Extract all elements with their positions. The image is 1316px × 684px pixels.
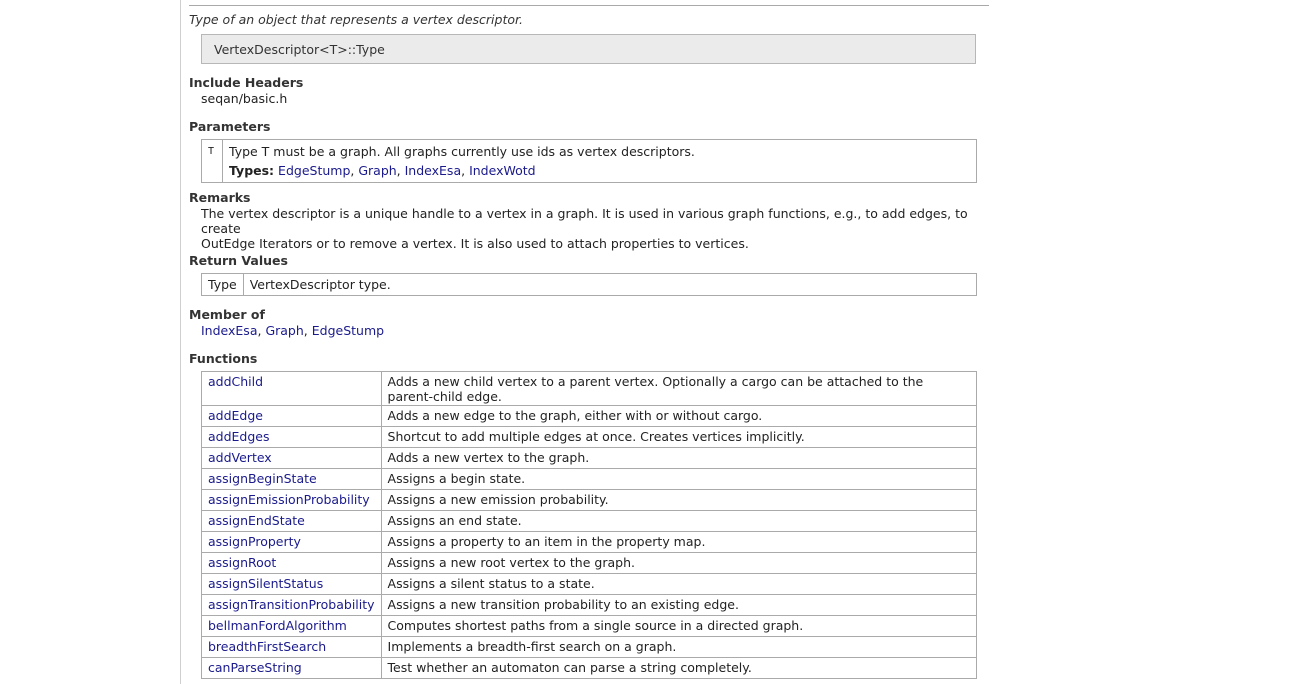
table-row: assignRoot Assigns a new root vertex to … [201,552,978,574]
left-border [180,0,181,684]
functions-section: Functions addChild Adds a new child vert… [189,351,978,679]
include-header-value: seqan/basic.h [201,91,288,106]
return-values-heading: Return Values [189,253,288,268]
function-link[interactable]: addEdge [208,408,263,423]
table-row: assignSilentStatus Assigns a silent stat… [201,573,978,595]
function-description: Test whether an automaton can parse a st… [380,657,978,679]
functions-table: addChild Adds a new child vertex to a pa… [201,371,978,679]
function-link[interactable]: assignSilentStatus [208,576,323,591]
doc-content: Type of an object that represents a vert… [189,0,989,679]
function-cell: addVertex [201,447,382,469]
function-cell: assignSilentStatus [201,573,382,595]
function-cell: canParseString [201,657,382,679]
function-cell: assignTransitionProbability [201,594,382,616]
include-headers-heading: Include Headers [189,75,304,90]
function-cell: assignRoot [201,552,382,574]
function-link[interactable]: assignBeginState [208,471,317,486]
function-description: Assigns a new transition probability to … [380,594,978,616]
function-description: Adds a new edge to the graph, either wit… [380,405,978,427]
function-link[interactable]: assignProperty [208,534,301,549]
function-description: Adds a new vertex to the graph. [380,447,978,469]
member-of-section: Member of IndexEsa, Graph, EdgeStump [189,307,384,338]
type-link-graph[interactable]: Graph [358,163,396,178]
function-description: Assigns a new root vertex to the graph. [380,552,978,574]
param-types: Types: EdgeStump, Graph, IndexEsa, Index… [229,163,536,178]
function-link[interactable]: assignRoot [208,555,276,570]
return-values-table: Type VertexDescriptor type. [201,273,977,296]
return-value: VertexDescriptor type. [249,277,391,292]
remarks-line-1: The vertex descriptor is a unique handle… [201,206,968,236]
function-description: Assigns a silent status to a state. [380,573,978,595]
function-description: Assigns an end state. [380,510,978,532]
member-link-edgestump[interactable]: EdgeStump [312,323,384,338]
function-link[interactable]: assignEndState [208,513,305,528]
remarks-line-2: OutEdge Iterators or to remove a vertex.… [201,236,749,251]
function-description: Assigns a property to an item in the pro… [380,531,978,553]
function-cell: addEdges [201,426,382,448]
return-values-section: Return Values Type VertexDescriptor type… [189,253,977,296]
member-link-indexesa[interactable]: IndexEsa [201,323,257,338]
member-of-heading: Member of [189,307,265,322]
function-cell: breadthFirstSearch [201,636,382,658]
function-description: Assigns a new emission probability. [380,489,978,511]
function-link[interactable]: assignTransitionProbability [208,597,375,612]
table-row: addVertex Adds a new vertex to the graph… [201,447,978,469]
function-link[interactable]: bellmanFordAlgorithm [208,618,347,633]
table-row: canParseString Test whether an automaton… [201,657,978,679]
type-link-indexwotd[interactable]: IndexWotd [469,163,536,178]
function-cell: assignEmissionProbability [201,489,382,511]
function-description: Implements a breadth-first search on a g… [380,636,978,658]
signature-box: VertexDescriptor<T>::Type [201,34,976,64]
function-link[interactable]: addVertex [208,450,272,465]
function-cell: assignBeginState [201,468,382,490]
param-description: Type T must be a graph. All graphs curre… [229,144,695,159]
function-cell: bellmanFordAlgorithm [201,615,382,637]
table-row: addEdge Adds a new edge to the graph, ei… [201,405,978,427]
member-of-links: IndexEsa, Graph, EdgeStump [201,323,385,338]
table-row: assignTransitionProbability Assigns a ne… [201,594,978,616]
type-link-edgestump[interactable]: EdgeStump [278,163,350,178]
function-description: Adds a new child vertex to a parent vert… [380,371,978,406]
remarks-heading: Remarks [189,190,251,205]
table-row: assignEmissionProbability Assigns a new … [201,489,978,511]
return-key: Type [201,273,244,296]
function-cell: assignEndState [201,510,382,532]
function-cell: addEdge [201,405,382,427]
table-row: bellmanFordAlgorithm Computes shortest p… [201,615,978,637]
summary-text: Type of an object that represents a vert… [189,12,523,27]
types-label: Types: [229,163,275,178]
param-key: T [201,139,223,183]
function-description: Shortcut to add multiple edges at once. … [380,426,978,448]
parameters-heading: Parameters [189,119,271,134]
function-link[interactable]: addEdges [208,429,270,444]
member-link-graph[interactable]: Graph [265,323,303,338]
function-link[interactable]: addChild [208,374,263,389]
table-row: addEdges Shortcut to add multiple edges … [201,426,978,448]
functions-heading: Functions [189,351,258,366]
parameters-section: Parameters T Type T must be a graph. All… [189,119,977,183]
function-description: Computes shortest paths from a single so… [380,615,978,637]
function-description: Assigns a begin state. [380,468,978,490]
type-link-indexesa[interactable]: IndexEsa [405,163,461,178]
param-cell: Type T must be a graph. All graphs curre… [223,140,977,183]
top-divider [189,0,989,6]
table-row: assignEndState Assigns an end state. [201,510,978,532]
function-link[interactable]: assignEmissionProbability [208,492,370,507]
function-link[interactable]: breadthFirstSearch [208,639,326,654]
function-cell: addChild [201,371,382,406]
table-row: assignBeginState Assigns a begin state. [201,468,978,490]
function-cell: assignProperty [201,531,382,553]
table-row: addChild Adds a new child vertex to a pa… [201,371,978,406]
table-row: assignProperty Assigns a property to an … [201,531,978,553]
include-headers-section: Include Headers seqan/basic.h [189,75,303,106]
parameters-table: T Type T must be a graph. All graphs cur… [201,139,977,183]
remarks-section: Remarks The vertex descriptor is a uniqu… [189,190,989,251]
function-link[interactable]: canParseString [208,660,302,675]
table-row: breadthFirstSearch Implements a breadth-… [201,636,978,658]
